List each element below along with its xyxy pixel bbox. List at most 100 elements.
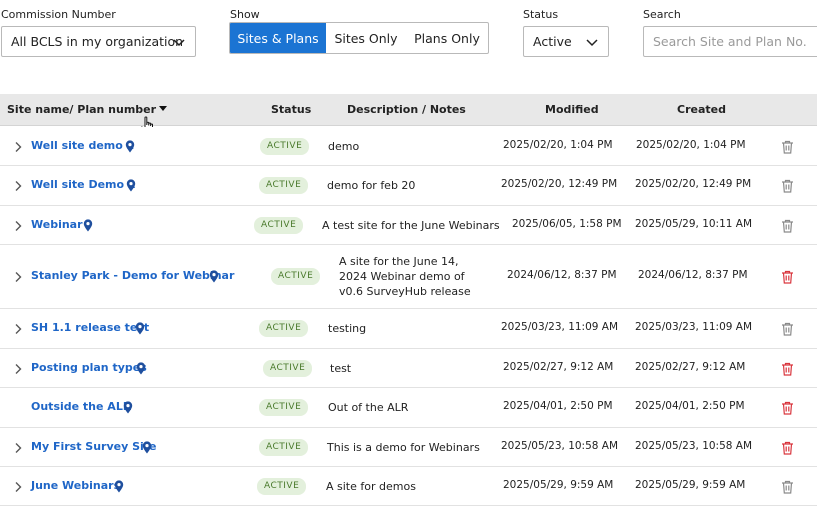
table-row[interactable]: Posting plan types ACTIVE test 2025/02/27, … [0,349,817,388]
description-text: This is a demo for Webinars [327,440,480,454]
site-name-link[interactable]: Outside the ALR [31,400,131,413]
chevron-right-icon[interactable] [13,442,23,454]
status-label: Status [523,8,559,21]
status-badge: ACTIVE [259,320,309,337]
chevron-right-icon[interactable] [13,220,23,232]
trash-icon[interactable] [781,322,794,336]
site-name-link[interactable]: Posting plan types [31,361,147,374]
site-name-link[interactable]: June Webinars [31,479,120,492]
header-created[interactable]: Created [677,103,726,116]
sort-desc-icon [159,106,168,111]
modified-date: 2025/03/23, 11:09 AM [501,321,619,333]
chevron-right-icon[interactable] [13,180,23,192]
description-text: A site for the June 14, 2024 Webinar dem… [339,255,471,298]
created-date: 2025/02/27, 9:12 AM [635,360,746,373]
status-badge: ACTIVE [259,399,309,416]
modified-date: 2025/05/29, 9:59 AM [503,478,614,491]
site-name-link[interactable]: Stanley Park - Demo for Webinar [31,269,234,282]
show-sites-and-plans[interactable]: Sites & Plans [230,23,326,53]
header-description[interactable]: Description / Notes [347,103,466,116]
created-date: 2025/02/20, 1:04 PM [636,138,746,151]
status-badge: ACTIVE [260,137,310,155]
search-input[interactable] [643,26,817,57]
trash-icon[interactable] [781,401,794,415]
description-text: demo [328,139,360,153]
chevron-right-icon[interactable] [13,481,23,493]
status-badge: ACTIVE [271,268,321,285]
created-date: 2024/06/12, 8:37 PM [638,269,748,281]
created-date: 2025/04/01, 2:50 PM [635,400,745,412]
table-row[interactable]: SH 1.1 release test ACTIVE testing 2025/03/… [0,309,817,349]
header-site-name[interactable]: Site name/ Plan number [7,103,168,116]
show-sites-only[interactable]: Sites Only [326,23,406,53]
map-pin-icon[interactable] [83,218,93,232]
map-pin-icon[interactable] [126,179,136,192]
modified-date: 2025/06/05, 1:58 PM [512,217,622,230]
created-date: 2025/05/29, 10:11 AM [635,217,753,230]
trash-icon[interactable] [781,140,794,154]
site-name-link[interactable]: Webinar [31,218,83,231]
show-plans-only[interactable]: Plans Only [406,23,488,53]
status-badge: ACTIVE [254,216,304,234]
table-row[interactable]: Well site Demo 1 ACTIVE demo for feb 20 202… [0,166,817,206]
modified-date: 2025/02/20, 12:49 PM [501,178,618,190]
map-pin-icon[interactable] [123,401,133,414]
map-pin-icon[interactable] [136,361,146,375]
search-label: Search [643,8,681,21]
map-pin-icon[interactable] [209,270,219,283]
created-date: 2025/02/20, 12:49 PM [635,178,752,190]
status-badge: ACTIVE [263,359,313,377]
trash-icon[interactable] [781,362,794,376]
modified-date: 2025/05/23, 10:58 AM [501,439,619,452]
chevron-down-icon [586,39,598,47]
chevron-right-icon[interactable] [13,141,23,153]
table-row[interactable]: Webinar ACTIVE A test site for the June We… [0,206,817,245]
description-text: Out of the ALR [328,401,409,414]
map-pin-icon[interactable] [142,440,152,454]
description-text: demo for feb 20 [327,179,416,192]
site-name-link[interactable]: My First Survey Site [31,440,157,453]
trash-icon[interactable] [781,441,794,455]
modified-date: 2025/02/27, 9:12 AM [503,360,614,373]
header-site-name-label: Site name/ Plan number [7,103,157,116]
trash-icon[interactable] [781,480,794,494]
description-text: A test site for the June Webinars [322,218,500,232]
status-select[interactable]: Active [523,26,609,57]
site-name-link[interactable]: SH 1.1 release test [31,321,149,334]
table-row[interactable]: Stanley Park - Demo for Webinar ACTIVE A s… [0,245,817,309]
map-pin-icon[interactable] [125,139,135,153]
site-name-link[interactable]: Well site Demo 1 [31,178,136,191]
header-modified[interactable]: Modified [545,103,599,116]
description-text: testing [328,322,367,335]
header-status[interactable]: Status [271,103,311,116]
created-date: 2025/05/23, 10:58 AM [635,439,753,452]
trash-icon[interactable] [781,219,794,233]
map-pin-icon[interactable] [114,479,124,493]
trash-icon[interactable] [781,270,794,284]
commission-label: Commission Number [1,8,116,21]
created-date: 2025/03/23, 11:09 AM [635,321,753,333]
table-row[interactable]: June Webinars ACTIVE A site for demos 2025/… [0,467,817,506]
table-row[interactable]: My First Survey Site ACTIVE This is a demo… [0,428,817,467]
show-toggle-group: Sites & Plans Sites Only Plans Only [229,22,489,54]
table-row[interactable]: Outside the ALR ACTIVE Out of the ALR 2025/… [0,388,817,428]
chevron-right-icon[interactable] [13,323,23,335]
map-pin-icon[interactable] [135,322,145,335]
chevron-down-icon [173,39,185,47]
commission-select[interactable]: All BCLS in my organization [1,26,196,57]
status-badge: ACTIVE [257,477,307,495]
chevron-right-icon[interactable] [13,271,23,283]
modified-date: 2025/02/20, 1:04 PM [503,138,613,151]
table-header: Site name/ Plan number Status Descriptio… [0,94,817,126]
created-date: 2025/05/29, 9:59 AM [635,478,746,491]
modified-date: 2024/06/12, 8:37 PM [507,269,617,281]
show-label: Show [230,8,260,21]
status-badge: ACTIVE [259,438,309,456]
site-name-link[interactable]: Well site demo 2 [31,139,134,152]
status-value: Active [533,34,572,49]
description-text: test [330,361,352,375]
chevron-right-icon[interactable] [13,363,23,375]
table-row[interactable]: Well site demo 2 ACTIVE demo 2025/02/20, 1:… [0,127,817,166]
trash-icon[interactable] [781,179,794,193]
modified-date: 2025/04/01, 2:50 PM [503,400,613,412]
